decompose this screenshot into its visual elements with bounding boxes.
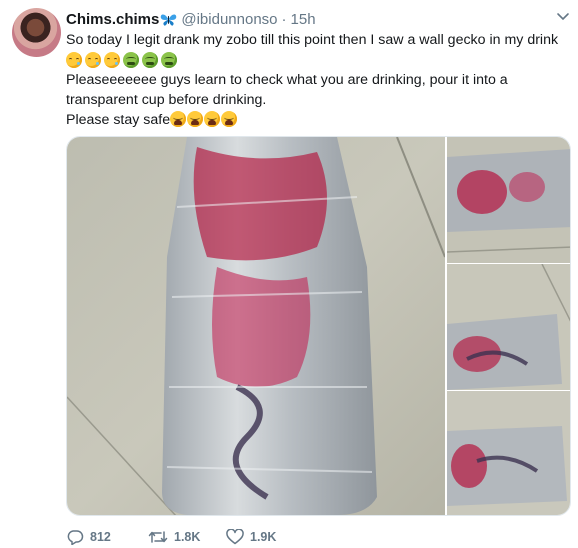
stay-safe-text: Please stay safe bbox=[66, 112, 171, 128]
tweet-header: Chims.chims @ibidunnonso · 15h bbox=[66, 9, 568, 29]
weary-face-icon bbox=[204, 111, 221, 127]
tweet-line-1: So today I legit drank my zobo till this… bbox=[66, 32, 559, 48]
nauseated-face-icon bbox=[123, 52, 139, 68]
tweet-text: So today I legit drank my zobo till this… bbox=[66, 30, 571, 130]
reply-count: 812 bbox=[90, 530, 111, 544]
weary-face-icon bbox=[221, 111, 238, 127]
timestamp[interactable]: 15h bbox=[291, 11, 316, 28]
chevron-down-icon[interactable] bbox=[556, 11, 570, 23]
weary-face-icon bbox=[170, 111, 187, 127]
like-count: 1.9K bbox=[250, 530, 277, 544]
crying-face-icon bbox=[66, 52, 82, 68]
retweet-count: 1.8K bbox=[174, 530, 201, 544]
reply-icon bbox=[67, 530, 84, 545]
bottle-photo-2[interactable] bbox=[447, 137, 571, 263]
bottle-photo-main[interactable] bbox=[67, 137, 445, 516]
tweet-actions: 812 1.8K 1.9K bbox=[66, 526, 306, 548]
weary-face-icon bbox=[187, 111, 204, 127]
bottle-photo-4[interactable] bbox=[447, 391, 571, 516]
user-handle[interactable]: @ibidunnonso bbox=[181, 11, 277, 28]
bottle-photo-3[interactable] bbox=[447, 264, 571, 390]
avatar[interactable] bbox=[12, 8, 61, 57]
crying-face-icon bbox=[85, 52, 101, 68]
nauseated-face-icon bbox=[161, 52, 177, 68]
display-name[interactable]: Chims.chims bbox=[66, 11, 159, 28]
tweet-line-4: Please stay safe bbox=[66, 110, 571, 130]
tweet-line-2: Pleaseeeeeee guys learn to check what yo… bbox=[66, 72, 508, 88]
separator-dot: · bbox=[281, 10, 287, 28]
emoji-row-1 bbox=[66, 50, 571, 70]
crying-face-icon bbox=[104, 52, 120, 68]
retweet-icon bbox=[148, 531, 168, 543]
like-button[interactable]: 1.9K bbox=[226, 529, 306, 545]
reply-button[interactable]: 812 bbox=[66, 529, 148, 545]
heart-icon bbox=[226, 529, 244, 545]
tweet-line-3: transparent cup before drinking. bbox=[66, 92, 267, 108]
retweet-button[interactable]: 1.8K bbox=[148, 529, 226, 545]
media-grid bbox=[66, 136, 571, 516]
butterfly-icon bbox=[161, 14, 177, 26]
nauseated-face-icon bbox=[142, 52, 158, 68]
